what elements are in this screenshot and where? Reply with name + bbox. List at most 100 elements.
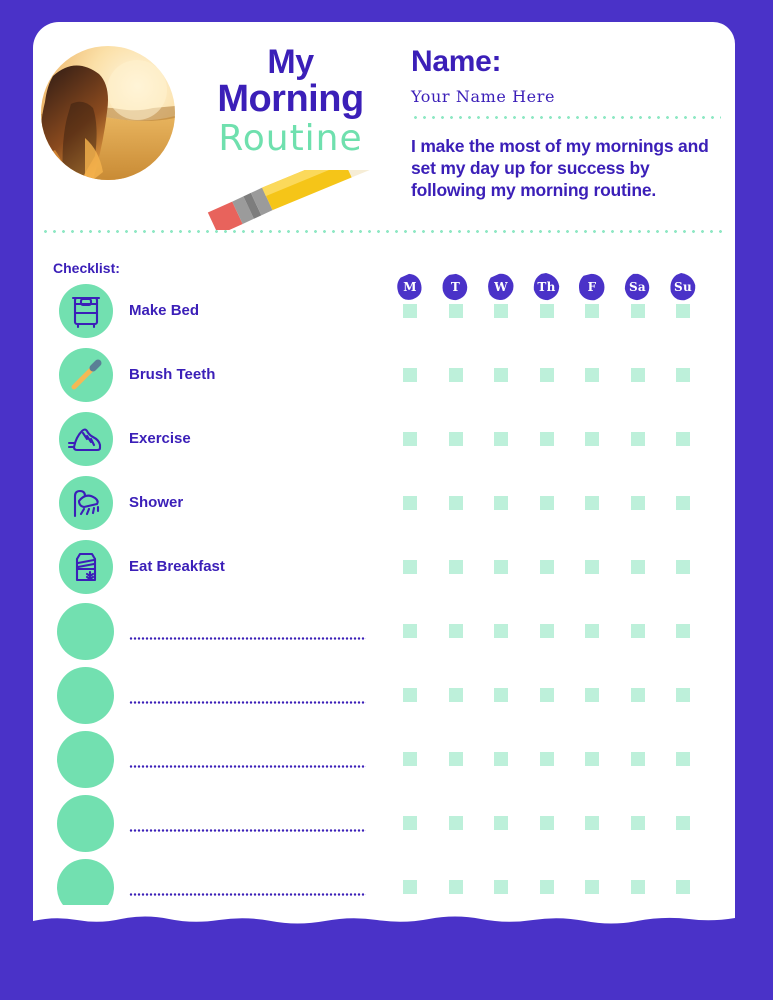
- checkbox-t[interactable]: [448, 304, 463, 318]
- checkbox-sa[interactable]: [630, 816, 645, 830]
- checkbox-su[interactable]: [676, 560, 690, 574]
- checklist-rows: Make Bed Brush Teeth Exercise Shower Eat Bre…: [33, 280, 735, 920]
- checklist-row: [33, 792, 735, 856]
- checkbox-th[interactable]: [539, 496, 554, 510]
- checkbox-sa[interactable]: [630, 304, 645, 318]
- blank-icon: [57, 859, 114, 916]
- name-input[interactable]: Your Name Here: [411, 84, 721, 110]
- checkbox-th[interactable]: [539, 304, 554, 318]
- checkbox-m[interactable]: [403, 816, 417, 830]
- checkbox-su[interactable]: [676, 368, 690, 382]
- checkbox-t[interactable]: [448, 624, 463, 638]
- checkbox-th[interactable]: [539, 368, 554, 382]
- checkbox-sa[interactable]: [630, 432, 645, 446]
- checkbox-th[interactable]: [539, 752, 554, 766]
- checkbox-th[interactable]: [539, 560, 554, 574]
- checkbox-su[interactable]: [676, 304, 690, 318]
- checkbox-su[interactable]: [676, 432, 690, 446]
- checklist-row: Eat Breakfast: [33, 536, 735, 600]
- title-line-1: My: [267, 43, 314, 81]
- checkbox-t[interactable]: [448, 368, 463, 382]
- checklist-item-label: Make Bed: [129, 302, 200, 319]
- checkbox-sa[interactable]: [630, 368, 645, 382]
- checkbox-group: [395, 600, 725, 664]
- title-line-2: Morning: [217, 78, 364, 120]
- checkbox-th[interactable]: [539, 880, 554, 894]
- checkbox-group: [395, 856, 725, 920]
- checkbox-t[interactable]: [448, 880, 463, 894]
- name-label: Name:: [411, 45, 502, 78]
- checkbox-su[interactable]: [676, 816, 690, 830]
- checkbox-m[interactable]: [403, 304, 417, 318]
- checklist-row: Shower: [33, 472, 735, 536]
- checkbox-w[interactable]: [494, 496, 508, 510]
- checkbox-su[interactable]: [676, 688, 690, 702]
- checkbox-sa[interactable]: [630, 688, 645, 702]
- checkbox-th[interactable]: [539, 688, 554, 702]
- bed-icon: [59, 284, 113, 338]
- checkbox-f[interactable]: [585, 368, 599, 382]
- header-divider: [41, 230, 727, 233]
- checkbox-m[interactable]: [403, 688, 417, 702]
- checkbox-sa[interactable]: [630, 624, 645, 638]
- checkbox-m[interactable]: [403, 880, 417, 894]
- checkbox-w[interactable]: [494, 688, 508, 702]
- custom-task-input[interactable]: [129, 701, 366, 704]
- checkbox-sa[interactable]: [630, 880, 645, 894]
- checkbox-th[interactable]: [539, 624, 554, 638]
- checklist-label: Checklist:: [53, 260, 120, 276]
- blank-icon: [57, 795, 114, 852]
- checkbox-f[interactable]: [585, 304, 599, 318]
- checkbox-w[interactable]: [494, 880, 508, 894]
- checkbox-group: [395, 472, 725, 536]
- checkbox-sa[interactable]: [630, 496, 645, 510]
- checkbox-f[interactable]: [585, 432, 599, 446]
- cereal-box-icon: [59, 540, 113, 594]
- checkbox-w[interactable]: [494, 304, 508, 318]
- checkbox-su[interactable]: [676, 752, 690, 766]
- checkbox-group: [395, 728, 725, 792]
- checkbox-f[interactable]: [585, 560, 599, 574]
- checklist-row: Exercise: [33, 408, 735, 472]
- checkbox-m[interactable]: [403, 496, 417, 510]
- checkbox-m[interactable]: [403, 752, 417, 766]
- custom-task-input[interactable]: [129, 829, 366, 832]
- checkbox-f[interactable]: [585, 624, 599, 638]
- checkbox-sa[interactable]: [630, 560, 645, 574]
- checkbox-w[interactable]: [494, 560, 508, 574]
- checkbox-sa[interactable]: [630, 752, 645, 766]
- pencil-icon: [193, 170, 393, 230]
- checkbox-f[interactable]: [585, 688, 599, 702]
- checkbox-f[interactable]: [585, 880, 599, 894]
- checkbox-t[interactable]: [448, 560, 463, 574]
- checkbox-m[interactable]: [403, 560, 417, 574]
- checkbox-w[interactable]: [494, 624, 508, 638]
- checkbox-w[interactable]: [494, 752, 508, 766]
- checkbox-th[interactable]: [539, 816, 554, 830]
- checkbox-t[interactable]: [448, 432, 463, 446]
- checkbox-m[interactable]: [403, 432, 417, 446]
- checklist-row: [33, 728, 735, 792]
- checkbox-f[interactable]: [585, 496, 599, 510]
- checkbox-th[interactable]: [539, 432, 554, 446]
- checkbox-su[interactable]: [676, 880, 690, 894]
- checkbox-m[interactable]: [403, 624, 417, 638]
- name-underline: [411, 116, 721, 119]
- checkbox-m[interactable]: [403, 368, 417, 382]
- checkbox-su[interactable]: [676, 624, 690, 638]
- custom-task-input[interactable]: [129, 893, 366, 896]
- checkbox-t[interactable]: [448, 816, 463, 830]
- sneaker-icon: [59, 412, 113, 466]
- custom-task-input[interactable]: [129, 637, 366, 640]
- checkbox-t[interactable]: [448, 752, 463, 766]
- checkbox-t[interactable]: [448, 496, 463, 510]
- checkbox-f[interactable]: [585, 816, 599, 830]
- checkbox-f[interactable]: [585, 752, 599, 766]
- checkbox-t[interactable]: [448, 688, 463, 702]
- checkbox-w[interactable]: [494, 368, 508, 382]
- checkbox-w[interactable]: [494, 432, 508, 446]
- custom-task-input[interactable]: [129, 765, 366, 768]
- checkbox-w[interactable]: [494, 816, 508, 830]
- checkbox-su[interactable]: [676, 496, 690, 510]
- affirmation-text: I make the most of my mornings and set m…: [411, 136, 709, 200]
